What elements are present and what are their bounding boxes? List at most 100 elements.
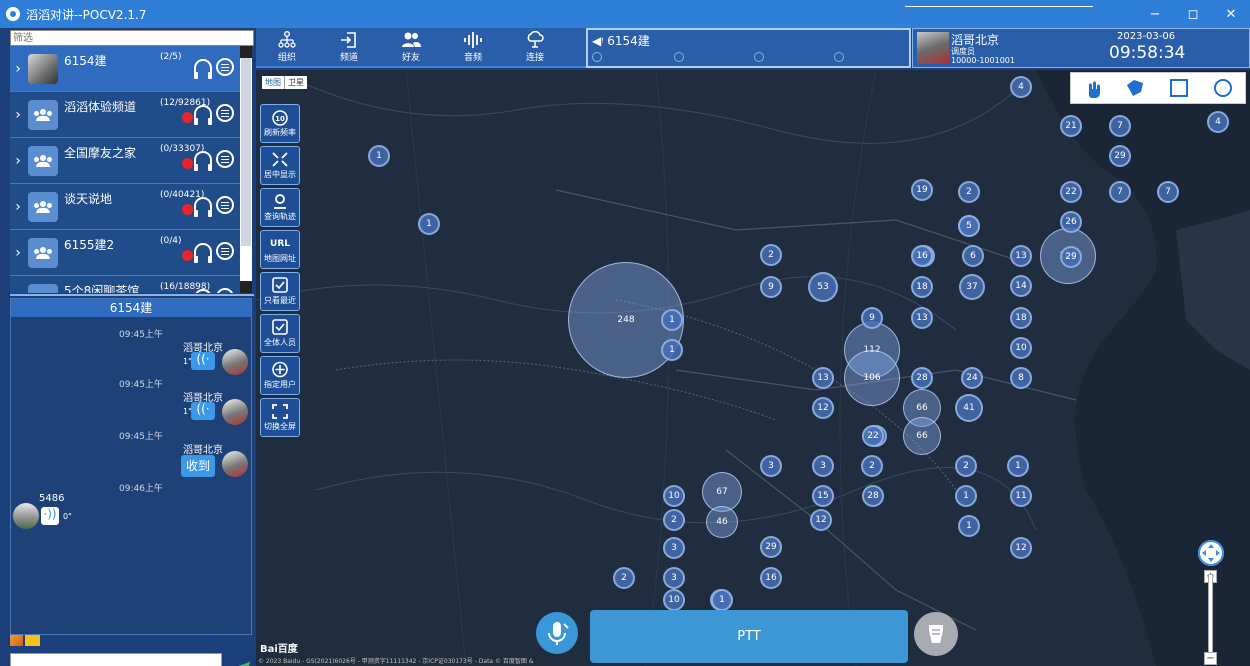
voice-message-bubble[interactable]: ·)) [41,507,59,525]
channel-item[interactable]: › 谈天说地 (0/40421) [10,184,240,230]
channel-item[interactable]: › 6155建2 (0/4) [10,230,240,276]
expand-chevron-icon[interactable]: › [10,61,26,77]
circle-icon[interactable] [1213,78,1233,98]
user-cluster-marker[interactable]: 3 [663,567,685,589]
map-side-button[interactable]: 10 刷新频率 [260,104,300,143]
polygon-icon[interactable] [1125,79,1145,97]
user-cluster-marker[interactable]: 53 [808,272,838,302]
user-cluster-marker[interactable]: 3 [760,455,782,477]
expand-chevron-icon[interactable]: › [10,107,26,123]
menu-icon[interactable] [216,242,234,260]
user-cluster-marker[interactable]: 11 [1010,485,1032,507]
user-cluster-marker[interactable]: 19 [911,179,933,201]
headphone-icon[interactable] [194,243,212,263]
user-cluster-marker[interactable]: 7 [1157,181,1179,203]
user-cluster-marker[interactable]: 12 [810,509,832,531]
user-cluster-marker[interactable]: 9 [760,276,782,298]
zoom-out-button[interactable]: − [1204,652,1217,665]
history-icon[interactable] [834,52,844,62]
user-cluster-marker[interactable]: 37 [959,274,985,300]
user-cluster-marker[interactable]: 13 [911,307,933,329]
user-cluster-marker[interactable]: 12 [1010,537,1032,559]
map-side-button[interactable]: 查询轨迹 [260,188,300,227]
user-cluster-marker[interactable]: 1 [958,515,980,537]
user-cluster-marker[interactable]: 18 [1010,307,1032,329]
user-cluster-marker[interactable]: 28 [911,367,933,389]
pan-control-icon[interactable] [1198,540,1224,566]
map-side-button[interactable]: 只看最近 [260,272,300,311]
menu-icon[interactable] [216,196,234,214]
user-cluster-marker[interactable]: 13 [812,367,834,389]
org-button[interactable]: 组织 [256,28,318,66]
headphone-icon[interactable] [194,197,212,217]
channel-scrollbar[interactable] [240,46,252,293]
user-cluster-marker[interactable]: 22 [862,425,884,447]
user-cluster-marker[interactable]: 13 [1010,245,1032,267]
menu-icon[interactable] [216,104,234,122]
user-cluster-marker[interactable]: 7 [1109,181,1131,203]
user-cluster-marker[interactable]: 29 [760,536,782,558]
user-cluster-marker[interactable]: 1 [711,589,733,611]
user-cluster-marker[interactable]: 4 [1010,76,1032,98]
user-cluster-marker[interactable]: 2 [663,509,685,531]
user-cluster-marker[interactable]: 10 [663,485,685,507]
hand-pointer-icon[interactable] [1083,78,1101,98]
audio-button[interactable]: 音频 [442,28,504,66]
menu-icon[interactable] [216,58,234,76]
connect-button[interactable]: 连接 [504,28,566,66]
user-cluster-marker[interactable]: 2 [613,567,635,589]
menu-icon[interactable] [216,150,234,168]
user-cluster-marker[interactable]: 106 [844,350,900,406]
map-type-satellite[interactable]: 卫星 [284,76,307,89]
scroll-thumb[interactable] [241,58,251,246]
map-side-button[interactable]: URL 地图网址 [260,230,300,269]
zoom-slider[interactable] [1208,574,1213,660]
history-icon[interactable] [592,52,602,62]
folder-icon[interactable] [25,635,40,646]
user-cluster-marker[interactable]: 16 [911,245,933,267]
user-cluster-marker[interactable]: 29 [1060,246,1082,268]
map-side-button[interactable]: 全体人员 [260,314,300,353]
history-icon[interactable] [674,52,684,62]
channel-item[interactable]: › 6154建 (2/5) [10,46,240,92]
scroll-up-button[interactable] [240,46,252,58]
user-cluster-marker[interactable]: 22 [1060,181,1082,203]
user-cluster-marker[interactable]: 3 [812,455,834,477]
map-view[interactable]: 地图 卫星 10 刷新频率 居中显示 查询轨迹 URL 地图网址 只看最近 全体人员 指定用户切… [256,70,1250,666]
headphone-icon[interactable] [194,105,212,125]
user-cluster-marker[interactable]: 1 [368,145,390,167]
user-avatar[interactable] [917,32,949,64]
user-cluster-marker[interactable]: 28 [862,485,884,507]
user-cluster-marker[interactable]: 1 [661,339,683,361]
close-button[interactable]: ✕ [1212,0,1250,28]
user-cluster-marker[interactable]: 1 [1007,455,1029,477]
map-side-button[interactable]: 指定用户 [260,356,300,395]
user-cluster-marker[interactable]: 3 [663,537,685,559]
user-cluster-marker[interactable]: 2 [861,455,883,477]
broadcast-button[interactable] [914,612,958,656]
emoji-icon[interactable] [10,635,23,646]
user-cluster-marker[interactable]: 6 [962,245,984,267]
friends-button[interactable]: 好友 [380,28,442,66]
user-cluster-marker[interactable]: 2 [760,244,782,266]
user-cluster-marker[interactable]: 7 [1109,115,1131,137]
headphone-icon[interactable] [194,59,212,79]
channel-item[interactable]: › 全国摩友之家 (0/33307) [10,138,240,184]
map-side-button[interactable]: 切换全屏 [260,398,300,437]
user-cluster-marker[interactable]: 10 [663,589,685,611]
expand-chevron-icon[interactable]: › [10,153,26,169]
filter-input[interactable] [10,30,254,46]
user-cluster-marker[interactable]: 26 [1060,211,1082,233]
user-cluster-marker[interactable]: 29 [1109,145,1131,167]
rectangle-icon[interactable] [1169,78,1189,98]
maximize-button[interactable]: ◻ [1174,0,1212,28]
map-type-map[interactable]: 地图 [262,76,284,89]
minimize-button[interactable]: − [1136,0,1174,28]
menu-icon[interactable] [216,288,234,293]
voice-message-bubble[interactable]: ((· [191,402,215,420]
user-cluster-marker[interactable]: 4 [1207,111,1229,133]
ptt-button[interactable]: PTT [590,610,908,663]
user-cluster-marker[interactable]: 9 [861,307,883,329]
user-cluster-marker[interactable]: 16 [760,567,782,589]
user-cluster-marker[interactable]: 1 [661,309,683,331]
